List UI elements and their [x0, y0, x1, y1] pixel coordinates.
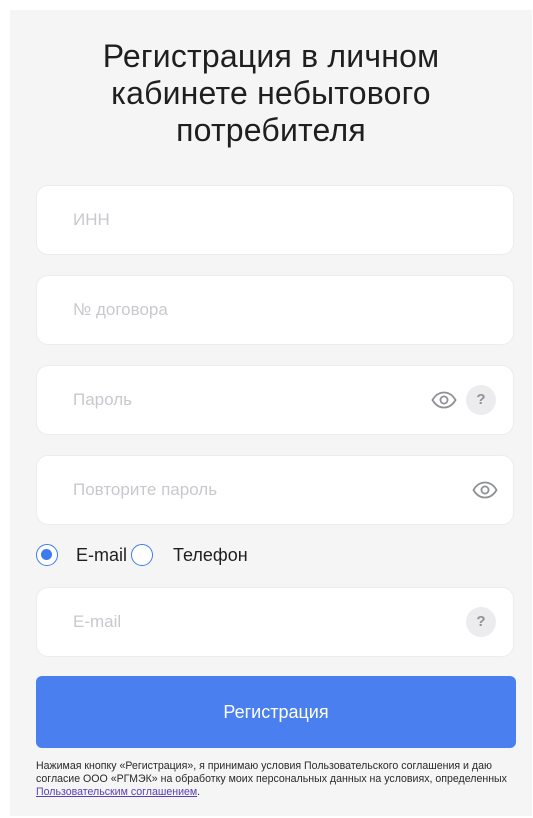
register-button[interactable]: Регистрация [36, 676, 516, 748]
password-field: ? [36, 365, 514, 435]
radio-phone-circle[interactable] [131, 544, 154, 566]
radio-phone-label[interactable]: Телефон [173, 545, 248, 566]
legal-text: Нажимая кнопку «Регистрация», я принимаю… [36, 760, 507, 785]
radio-email[interactable]: E-mail [36, 544, 127, 566]
title-line-2: кабинете небытового [111, 75, 431, 111]
inn-field [36, 185, 514, 255]
password-repeat-input[interactable] [73, 456, 403, 524]
radio-email-circle[interactable] [36, 544, 58, 566]
contract-number-input[interactable] [73, 276, 403, 344]
legal-end: . [197, 786, 201, 798]
password-input[interactable] [73, 366, 403, 434]
title-line-1: Регистрация в личном [102, 38, 440, 74]
user-agreement-link[interactable]: Пользовательским соглашением [36, 786, 197, 798]
radio-email-label[interactable]: E-mail [76, 545, 127, 566]
inn-input[interactable] [73, 186, 403, 254]
eye-icon[interactable] [472, 481, 498, 499]
registration-card: Регистрация в личном кабинете небытового… [10, 10, 532, 816]
password-repeat-field [36, 455, 514, 525]
radio-phone[interactable]: Телефон [131, 544, 248, 566]
title-line-3: потребителя [176, 112, 366, 148]
page-title: Регистрация в личном кабинете небытового… [10, 38, 532, 149]
contact-method-radio-group: E-mail Телефон [36, 542, 268, 568]
password-help-icon[interactable]: ? [466, 385, 496, 415]
contract-field [36, 275, 514, 345]
email-help-icon[interactable]: ? [466, 607, 496, 637]
eye-icon[interactable] [431, 391, 457, 409]
email-input[interactable] [73, 588, 403, 656]
email-field: ? [36, 587, 514, 657]
legal-notice: Нажимая кнопку «Регистрация», я принимаю… [36, 760, 516, 799]
